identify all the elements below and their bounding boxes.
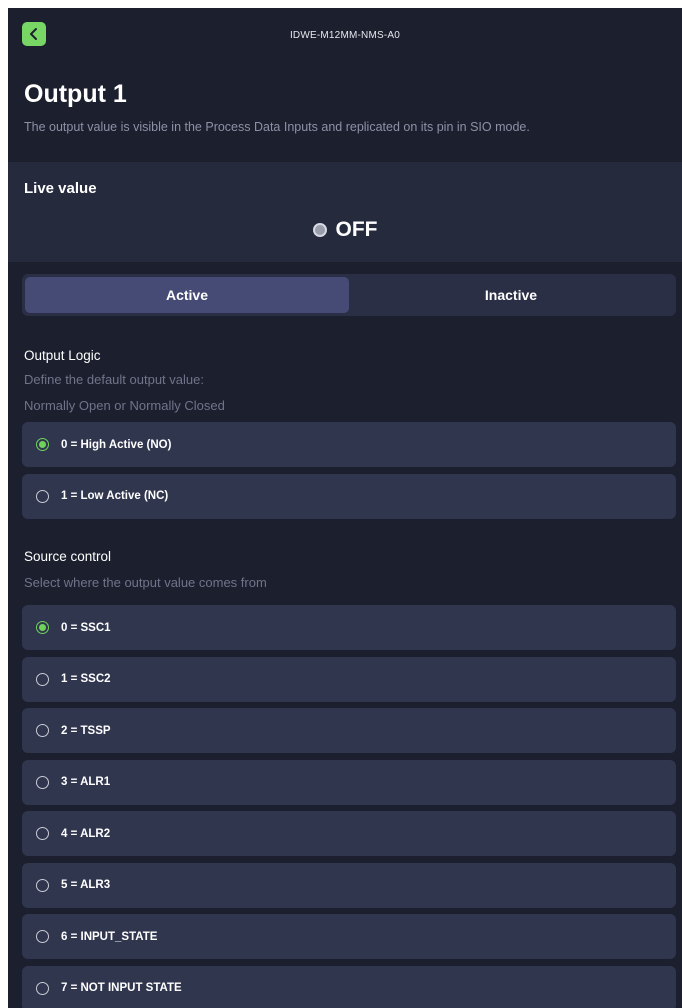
radio-unselected-icon[interactable] [36,981,49,995]
screen: IDWE-M12MM-NMS-A0 Output 1 The output va… [8,8,682,1008]
live-value-state: OFF [335,218,378,241]
radio-unselected-icon[interactable] [36,827,49,840]
output-logic-description-line1: Define the default output value: [24,372,204,387]
option-alr2[interactable]: 4 = ALR2 [22,811,676,856]
status-dot-icon [312,223,327,237]
radio-selected-icon[interactable] [36,621,49,634]
option-alr1[interactable]: 3 = ALR1 [22,759,676,805]
source-control-options: 0 = SSC1 1 = SSC2 2 = TSSP 3 = ALR1 4 = … [22,605,676,1008]
device-name: IDWE-M12MM-NMS-A0 [289,30,401,41]
live-value-label: Live value [24,180,97,197]
radio-unselected-icon[interactable] [36,930,49,943]
live-value-panel: Live value OFF [8,162,682,262]
radio-unselected-icon[interactable] [36,489,49,503]
option-label: 4 = ALR2 [61,827,111,840]
option-input-state[interactable]: 6 = INPUT_STATE [22,914,676,959]
live-value-indicator: OFF [8,218,682,242]
radio-unselected-icon[interactable] [36,775,49,789]
option-label: 2 = TSSP [61,724,111,737]
radio-unselected-icon[interactable] [36,724,49,737]
option-label: 1 = Low Active (NC) [61,490,169,502]
state-tabs: Active Inactive [22,274,676,316]
tab-active[interactable]: Active [25,277,349,313]
option-not-input-state[interactable]: 7 = NOT INPUT STATE [22,965,676,1008]
page-description: The output value is visible in the Proce… [24,120,530,134]
option-label: 3 = ALR1 [61,776,111,788]
option-label: 0 = SSC1 [61,621,111,634]
radio-selected-icon[interactable] [36,438,49,451]
output-logic-description-line2: Normally Open or Normally Closed [24,398,225,413]
option-label: 6 = INPUT_STATE [61,930,158,943]
page-title: Output 1 [24,80,127,108]
option-alr3[interactable]: 5 = ALR3 [22,862,676,908]
tab-inactive[interactable]: Inactive [349,277,673,313]
top-bar: IDWE-M12MM-NMS-A0 [8,8,682,62]
option-tssp[interactable]: 2 = TSSP [22,708,676,753]
option-label: 5 = ALR3 [61,879,111,891]
source-control-title: Source control [24,549,112,564]
option-ssc2[interactable]: 1 = SSC2 [22,656,676,702]
source-control-description: Select where the output value comes from [24,575,267,590]
option-label: 0 = High Active (NO) [61,438,172,451]
output-logic-title: Output Logic [24,348,101,363]
option-label: 1 = SSC2 [61,673,111,685]
radio-unselected-icon[interactable] [36,672,49,686]
option-ssc1[interactable]: 0 = SSC1 [22,605,676,650]
output-logic-options: 0 = High Active (NO) 1 = Low Active (NC) [22,422,676,525]
option-low-active[interactable]: 1 = Low Active (NC) [22,473,676,519]
option-label: 7 = NOT INPUT STATE [61,982,182,994]
option-high-active[interactable]: 0 = High Active (NO) [22,422,676,467]
radio-unselected-icon[interactable] [36,878,49,892]
